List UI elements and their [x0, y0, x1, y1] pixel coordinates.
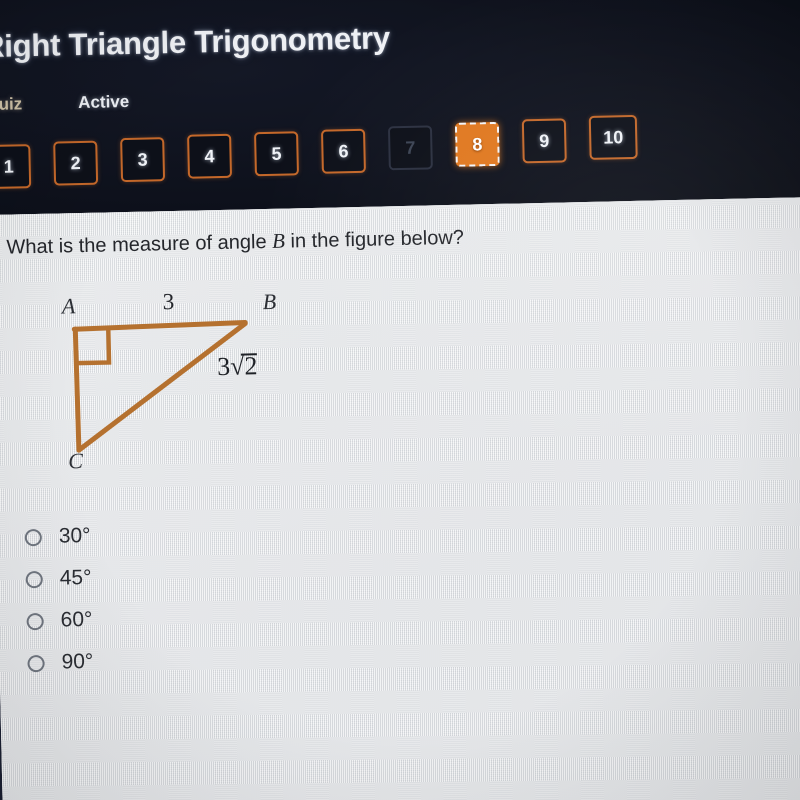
answer-option[interactable]: 45° — [11, 557, 92, 601]
question-number-nav: 1 2 3 4 5 6 7 8 9 10 — [0, 114, 661, 190]
quiz-status-label: Active — [77, 91, 130, 113]
radio-button-icon[interactable] — [24, 528, 42, 546]
question-chip-6[interactable]: 6 — [320, 128, 366, 174]
screenshot-root: Right Triangle Trigonometry Quiz Active … — [0, 0, 800, 800]
radio-button-icon[interactable] — [26, 612, 44, 630]
quiz-header: Right Triangle Trigonometry Quiz Active … — [0, 0, 800, 216]
answer-option-label: 90° — [61, 649, 94, 674]
question-chip-9[interactable]: 9 — [521, 118, 567, 164]
question-text-after: in the figure below? — [284, 226, 465, 253]
hypotenuse-radicand: 2 — [244, 351, 258, 381]
question-text-before: What is the measure of angle — [6, 230, 273, 259]
answer-options-list: 30° 45° 60° 90° — [10, 515, 94, 685]
page-title: Right Triangle Trigonometry — [0, 20, 391, 65]
answer-option[interactable]: 90° — [13, 641, 94, 685]
answer-option[interactable]: 30° — [10, 515, 91, 559]
question-pane: What is the measure of angle B in the fi… — [0, 196, 800, 800]
hypotenuse-coefficient: 3 — [216, 351, 231, 382]
quiz-meta-row: Quiz Active — [0, 92, 129, 115]
question-chip-10[interactable]: 10 — [588, 114, 638, 160]
answer-option[interactable]: 60° — [12, 599, 93, 643]
vertex-label-c: C — [67, 448, 84, 474]
answer-option-label: 45° — [59, 565, 92, 590]
vertex-label-b: B — [262, 288, 277, 315]
square-root-icon: √ 2 — [229, 351, 258, 381]
question-chip-3[interactable]: 3 — [120, 137, 166, 183]
tilted-screen-photo: Right Triangle Trigonometry Quiz Active … — [0, 0, 800, 800]
question-chip-1[interactable]: 1 — [0, 144, 32, 190]
answer-option-label: 30° — [58, 523, 91, 548]
radio-button-icon[interactable] — [25, 570, 43, 588]
vertex-label-a: A — [61, 293, 76, 319]
radio-button-icon[interactable] — [27, 654, 45, 672]
triangle-figure: A B C 3 3√ 2 — [32, 287, 377, 504]
question-variable: B — [271, 228, 286, 253]
question-chip-4[interactable]: 4 — [187, 133, 233, 179]
question-chip-2[interactable]: 2 — [53, 140, 99, 186]
answer-option-label: 60° — [60, 607, 93, 632]
side-length-ab-label: 3 — [162, 289, 175, 315]
hypotenuse-length-label: 3√ 2 — [217, 351, 258, 382]
question-chip-8[interactable]: 8 — [454, 121, 500, 167]
question-text: What is the measure of angle B in the fi… — [6, 225, 464, 260]
quiz-type-label: Quiz — [0, 94, 23, 115]
question-chip-7: 7 — [387, 125, 433, 171]
question-chip-5[interactable]: 5 — [254, 131, 299, 177]
